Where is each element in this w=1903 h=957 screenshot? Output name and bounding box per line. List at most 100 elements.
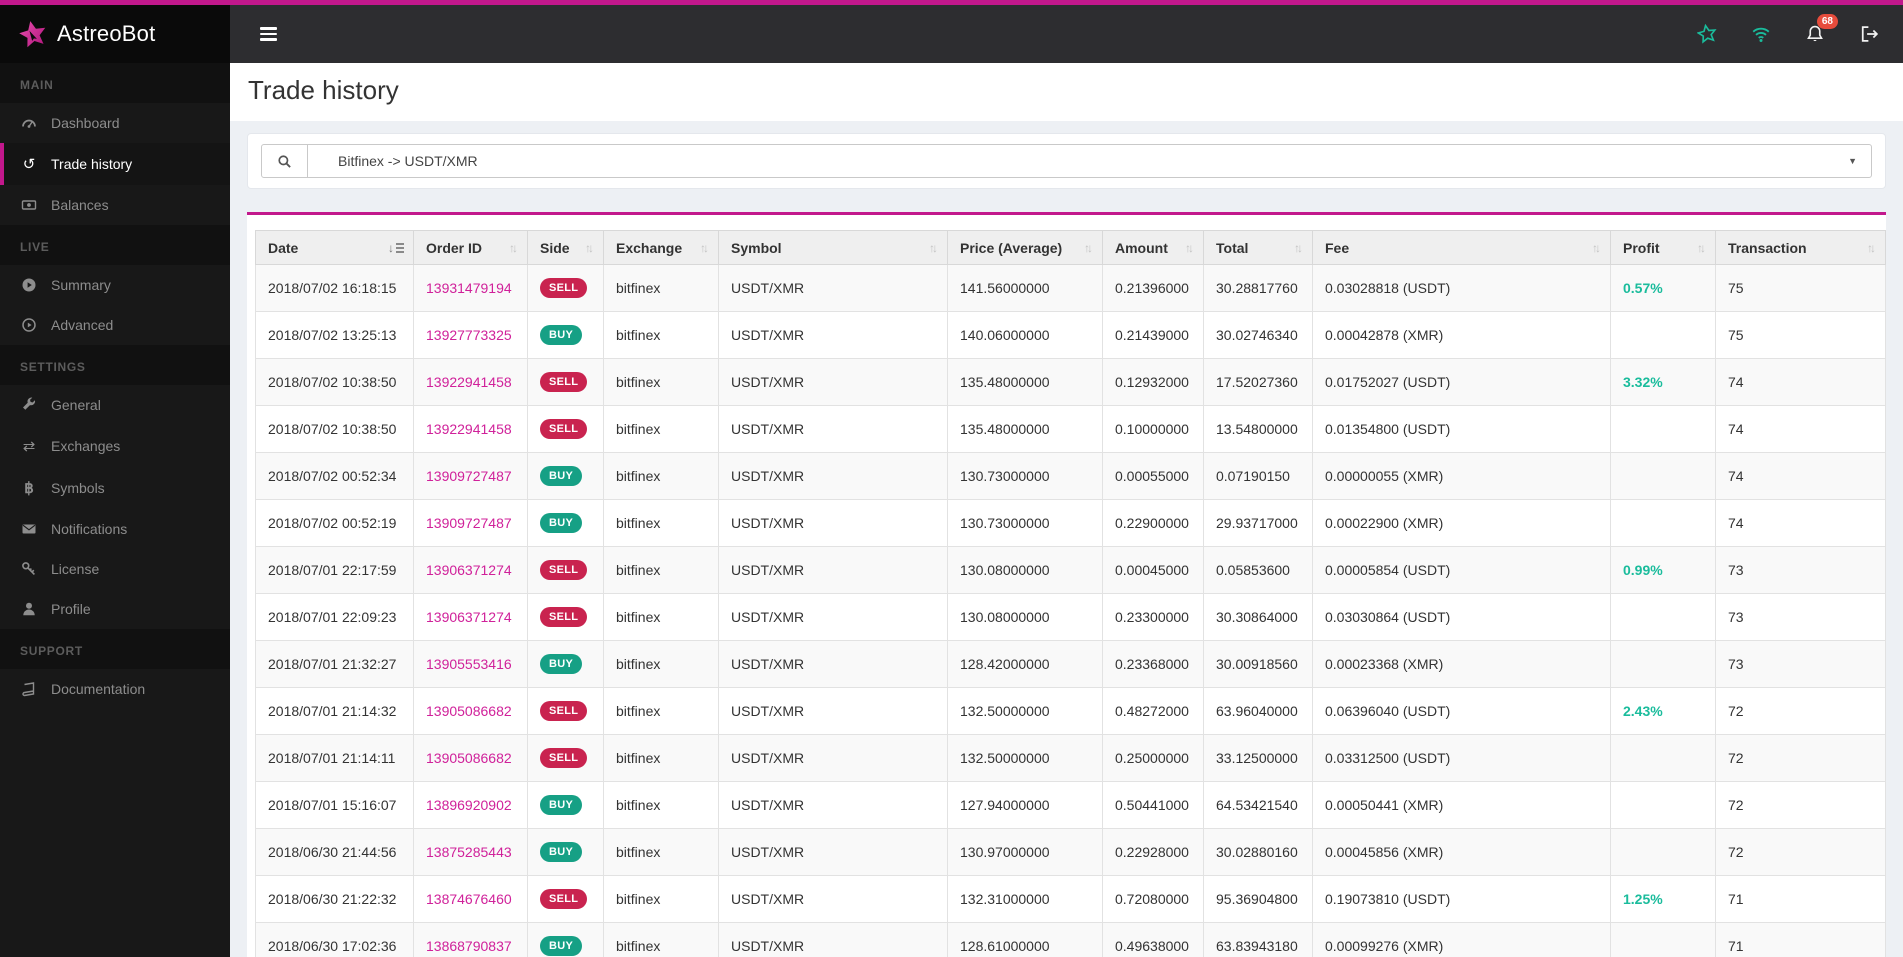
pair-select[interactable]: Bitfinex -> USDT/XMR ▼	[308, 145, 1871, 177]
sidebar-item-balances[interactable]: Balances	[0, 185, 230, 225]
column-header-price[interactable]: Price (Average) ↑ ↓	[947, 230, 1103, 265]
cell-symbol: USDT/XMR	[718, 640, 948, 688]
cell-side: SELL	[527, 405, 604, 453]
cell-amount: 0.21396000	[1102, 264, 1204, 312]
column-header-symbol[interactable]: Symbol ↑ ↓	[718, 230, 948, 265]
sidebar-item-trade-history[interactable]: ↺ Trade history	[0, 143, 230, 185]
cell-fee: 0.00099276 (XMR)	[1312, 922, 1611, 957]
logout-icon[interactable]	[1859, 24, 1879, 44]
cell-exchange: bitfinex	[603, 593, 719, 641]
cell-transaction: 72	[1715, 828, 1886, 876]
profit-value: 0.99%	[1623, 562, 1663, 578]
cell-date: 2018/07/01 21:14:32	[255, 687, 414, 735]
user-icon	[20, 601, 38, 617]
column-header-profit[interactable]: Profit ↑ ↓	[1610, 230, 1716, 265]
column-header-exchange[interactable]: Exchange ↑ ↓	[603, 230, 719, 265]
column-header-order_id[interactable]: Order ID ↑ ↓	[413, 230, 528, 265]
wifi-icon[interactable]	[1751, 24, 1771, 44]
cell-total: 63.83943180	[1203, 922, 1313, 957]
order-id-link[interactable]: 13905553416	[426, 656, 512, 672]
sidebar-item-license[interactable]: License	[0, 549, 230, 589]
order-id-link[interactable]: 13922941458	[426, 421, 512, 437]
cell-symbol: USDT/XMR	[718, 781, 948, 829]
cell-transaction: 72	[1715, 781, 1886, 829]
brand[interactable]: AstreoBot	[0, 5, 230, 63]
sidebar-item-exchanges[interactable]: ⇄ Exchanges	[0, 425, 230, 467]
column-header-transaction[interactable]: Transaction ↑ ↓	[1715, 230, 1886, 265]
order-id-link[interactable]: 13905086682	[426, 750, 512, 766]
cell-symbol: USDT/XMR	[718, 687, 948, 735]
cell-symbol: USDT/XMR	[718, 405, 948, 453]
column-header-date[interactable]: Date ↓	[255, 230, 414, 265]
trade-row: 2018/06/30 21:22:32 13874676460 SELL bitfin…	[255, 875, 1886, 923]
column-label: Symbol	[731, 239, 782, 256]
sidebar-section-settings: SETTINGS General ⇄ Exchanges ฿ Symbols N…	[0, 345, 230, 629]
order-id-link[interactable]: 13868790837	[426, 938, 512, 954]
notification-count-badge: 68	[1816, 14, 1838, 29]
cell-profit	[1610, 311, 1716, 359]
cell-order_id: 13905086682	[413, 734, 528, 782]
side-badge-sell: SELL	[540, 372, 588, 392]
cell-amount: 0.00045000	[1102, 546, 1204, 594]
cell-side: SELL	[527, 687, 604, 735]
topbar-icons: 68	[1697, 14, 1879, 44]
bot-star-icon[interactable]	[1697, 24, 1717, 44]
order-id-link[interactable]: 13909727487	[426, 468, 512, 484]
side-badge-buy: BUY	[540, 654, 583, 674]
order-id-link[interactable]: 13931479194	[426, 280, 512, 296]
order-id-link[interactable]: 13909727487	[426, 515, 512, 531]
sidebar-item-summary[interactable]: Summary	[0, 265, 230, 305]
sidebar-item-dashboard[interactable]: Dashboard	[0, 103, 230, 143]
cell-side: BUY	[527, 311, 604, 359]
sidebar-item-general[interactable]: General	[0, 385, 230, 425]
order-id-link[interactable]: 13905086682	[426, 703, 512, 719]
cell-amount: 0.23368000	[1102, 640, 1204, 688]
order-id-link[interactable]: 13906371274	[426, 562, 512, 578]
side-badge-sell: SELL	[540, 889, 588, 909]
cell-side: SELL	[527, 875, 604, 923]
sort-toggle-icon: ↑ ↓	[585, 240, 594, 255]
cell-order_id: 13906371274	[413, 593, 528, 641]
cell-side: BUY	[527, 452, 604, 500]
sort-desc-icon: ↓	[388, 241, 404, 255]
sidebar-item-label: Symbols	[51, 480, 105, 496]
sidebar-item-profile[interactable]: Profile	[0, 589, 230, 629]
cell-order_id: 13906371274	[413, 546, 528, 594]
cell-transaction: 72	[1715, 687, 1886, 735]
sidebar-item-notifications[interactable]: Notifications	[0, 509, 230, 549]
sidebar-item-label: Advanced	[51, 317, 114, 333]
cell-symbol: USDT/XMR	[718, 734, 948, 782]
cell-date: 2018/07/01 22:17:59	[255, 546, 414, 594]
cell-symbol: USDT/XMR	[718, 875, 948, 923]
bell-icon[interactable]: 68	[1805, 14, 1838, 44]
cell-order_id: 13931479194	[413, 264, 528, 312]
sidebar-section-main: MAIN Dashboard ↺ Trade history Balances	[0, 63, 230, 225]
cell-exchange: bitfinex	[603, 452, 719, 500]
cell-date: 2018/07/01 15:16:07	[255, 781, 414, 829]
menu-toggle-button[interactable]	[254, 18, 283, 50]
profit-value: 2.43%	[1623, 703, 1663, 719]
cell-price: 128.61000000	[947, 922, 1103, 957]
cell-transaction: 72	[1715, 734, 1886, 782]
trade-table-body: 2018/07/02 16:18:15 13931479194 SELL bitfin…	[255, 264, 1886, 957]
order-id-link[interactable]: 13922941458	[426, 374, 512, 390]
cell-order_id: 13927773325	[413, 311, 528, 359]
sidebar-item-advanced[interactable]: Advanced	[0, 305, 230, 345]
sidebar-item-documentation[interactable]: Documentation	[0, 669, 230, 709]
cell-fee: 0.01752027 (USDT)	[1312, 358, 1611, 406]
sort-toggle-icon: ↑ ↓	[1294, 240, 1303, 255]
sidebar-item-symbols[interactable]: ฿ Symbols	[0, 467, 230, 509]
cell-side: BUY	[527, 781, 604, 829]
order-id-link[interactable]: 13874676460	[426, 891, 512, 907]
column-header-side[interactable]: Side ↑ ↓	[527, 230, 604, 265]
cell-side: SELL	[527, 734, 604, 782]
column-header-total[interactable]: Total ↑ ↓	[1203, 230, 1313, 265]
column-header-amount[interactable]: Amount ↑ ↓	[1102, 230, 1204, 265]
column-header-fee[interactable]: Fee ↑ ↓	[1312, 230, 1611, 265]
order-id-link[interactable]: 13896920902	[426, 797, 512, 813]
order-id-link[interactable]: 13906371274	[426, 609, 512, 625]
order-id-link[interactable]: 13875285443	[426, 844, 512, 860]
banknote-icon	[20, 197, 38, 213]
cell-profit: 2.43%	[1610, 687, 1716, 735]
order-id-link[interactable]: 13927773325	[426, 327, 512, 343]
